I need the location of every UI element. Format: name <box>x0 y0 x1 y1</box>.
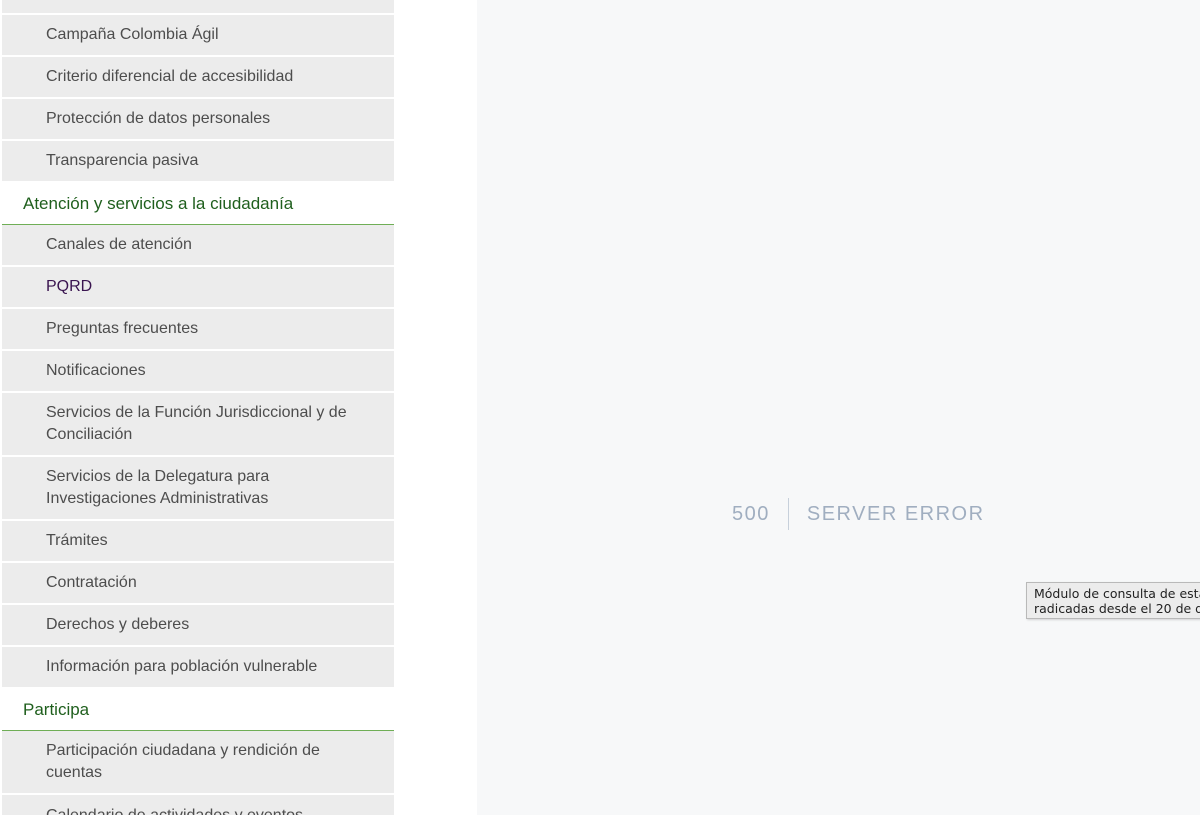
sidebar-item-transparencia-pasiva[interactable]: Transparencia pasiva <box>2 141 394 181</box>
section-title: Participa <box>23 699 90 719</box>
tooltip-line: Módulo de consulta de estado <box>1034 586 1200 601</box>
sidebar-item-delegatura-investigaciones[interactable]: Servicios de la Delegatura para Investig… <box>2 457 394 519</box>
sidebar-item-label: Contratación <box>46 574 137 591</box>
sidebar-item-label: PQRD <box>46 278 93 295</box>
sidebar-item-canales-atencion[interactable]: Canales de atención <box>2 225 394 265</box>
sidebar-item-accesibilidad[interactable]: Criterio diferencial de accesibilidad <box>2 57 394 97</box>
section-atencion-ciudadania[interactable]: Atención y servicios a la ciudadanía <box>2 183 394 225</box>
server-error-message: 500 SERVER ERROR <box>732 498 985 530</box>
main-content <box>477 0 1200 815</box>
sidebar-item-label: Protección de datos personales <box>46 110 271 127</box>
sidebar-item-calendario-actividades[interactable]: Calendario de actividades y eventos <box>2 795 394 815</box>
sidebar-item-label: Trámites <box>46 532 108 549</box>
sidebar-item-datos-personales[interactable]: Protección de datos personales <box>2 99 394 139</box>
sidebar-item-pqrd[interactable]: PQRD <box>2 267 394 307</box>
sidebar-item-label: Servicios de la Función Jurisdiccional y… <box>46 404 347 443</box>
sidebar-item-participacion-ciudadana[interactable]: Participación ciudadana y rendición de c… <box>2 731 394 793</box>
sidebar-item-contratacion[interactable]: Contratación <box>2 563 394 603</box>
sidebar-item-label: Derechos y deberes <box>46 616 190 633</box>
sidebar-item-label: Campaña Colombia Ágil <box>46 26 219 43</box>
sidebar-item-label: Servicios de la Delegatura para Investig… <box>46 468 270 507</box>
sidebar-item-label: Preguntas frecuentes <box>46 320 199 337</box>
sidebar-item-label: Información para población vulnerable <box>46 658 318 675</box>
sidebar-item-notificaciones[interactable]: Notificaciones <box>2 351 394 391</box>
section-title: Atención y servicios a la ciudadanía <box>23 193 294 213</box>
error-code: 500 <box>732 498 789 530</box>
tooltip-line: radicadas desde el 20 de dic <box>1034 601 1200 616</box>
error-text: SERVER ERROR <box>806 502 985 525</box>
sidebar-menu: Campaña Colombia Ágil Criterio diferenci… <box>0 0 394 815</box>
sidebar-item-poblacion-vulnerable[interactable]: Información para población vulnerable <box>2 647 394 687</box>
section-participa[interactable]: Participa <box>2 689 394 731</box>
sidebar-item-partial-top[interactable] <box>2 0 394 13</box>
sidebar-item-label: Canales de atención <box>46 236 192 253</box>
sidebar-item-derechos-deberes[interactable]: Derechos y deberes <box>2 605 394 645</box>
sidebar-item-funcion-jurisdiccional[interactable]: Servicios de la Función Jurisdiccional y… <box>2 393 394 455</box>
sidebar-item-label: Calendario de actividades y eventos <box>46 805 303 815</box>
tooltip: Módulo de consulta de estado radicadas d… <box>1026 582 1200 619</box>
sidebar-item-label: Transparencia pasiva <box>46 152 199 169</box>
sidebar-item-tramites[interactable]: Trámites <box>2 521 394 561</box>
sidebar-item-preguntas-frecuentes[interactable]: Preguntas frecuentes <box>2 309 394 349</box>
sidebar-item-label: Criterio diferencial de accesibilidad <box>46 68 294 85</box>
sidebar-item-label: Notificaciones <box>46 362 146 379</box>
sidebar-item-colombia-agil[interactable]: Campaña Colombia Ágil <box>2 15 394 55</box>
sidebar-item-label: Participación ciudadana y rendición de c… <box>46 742 320 781</box>
